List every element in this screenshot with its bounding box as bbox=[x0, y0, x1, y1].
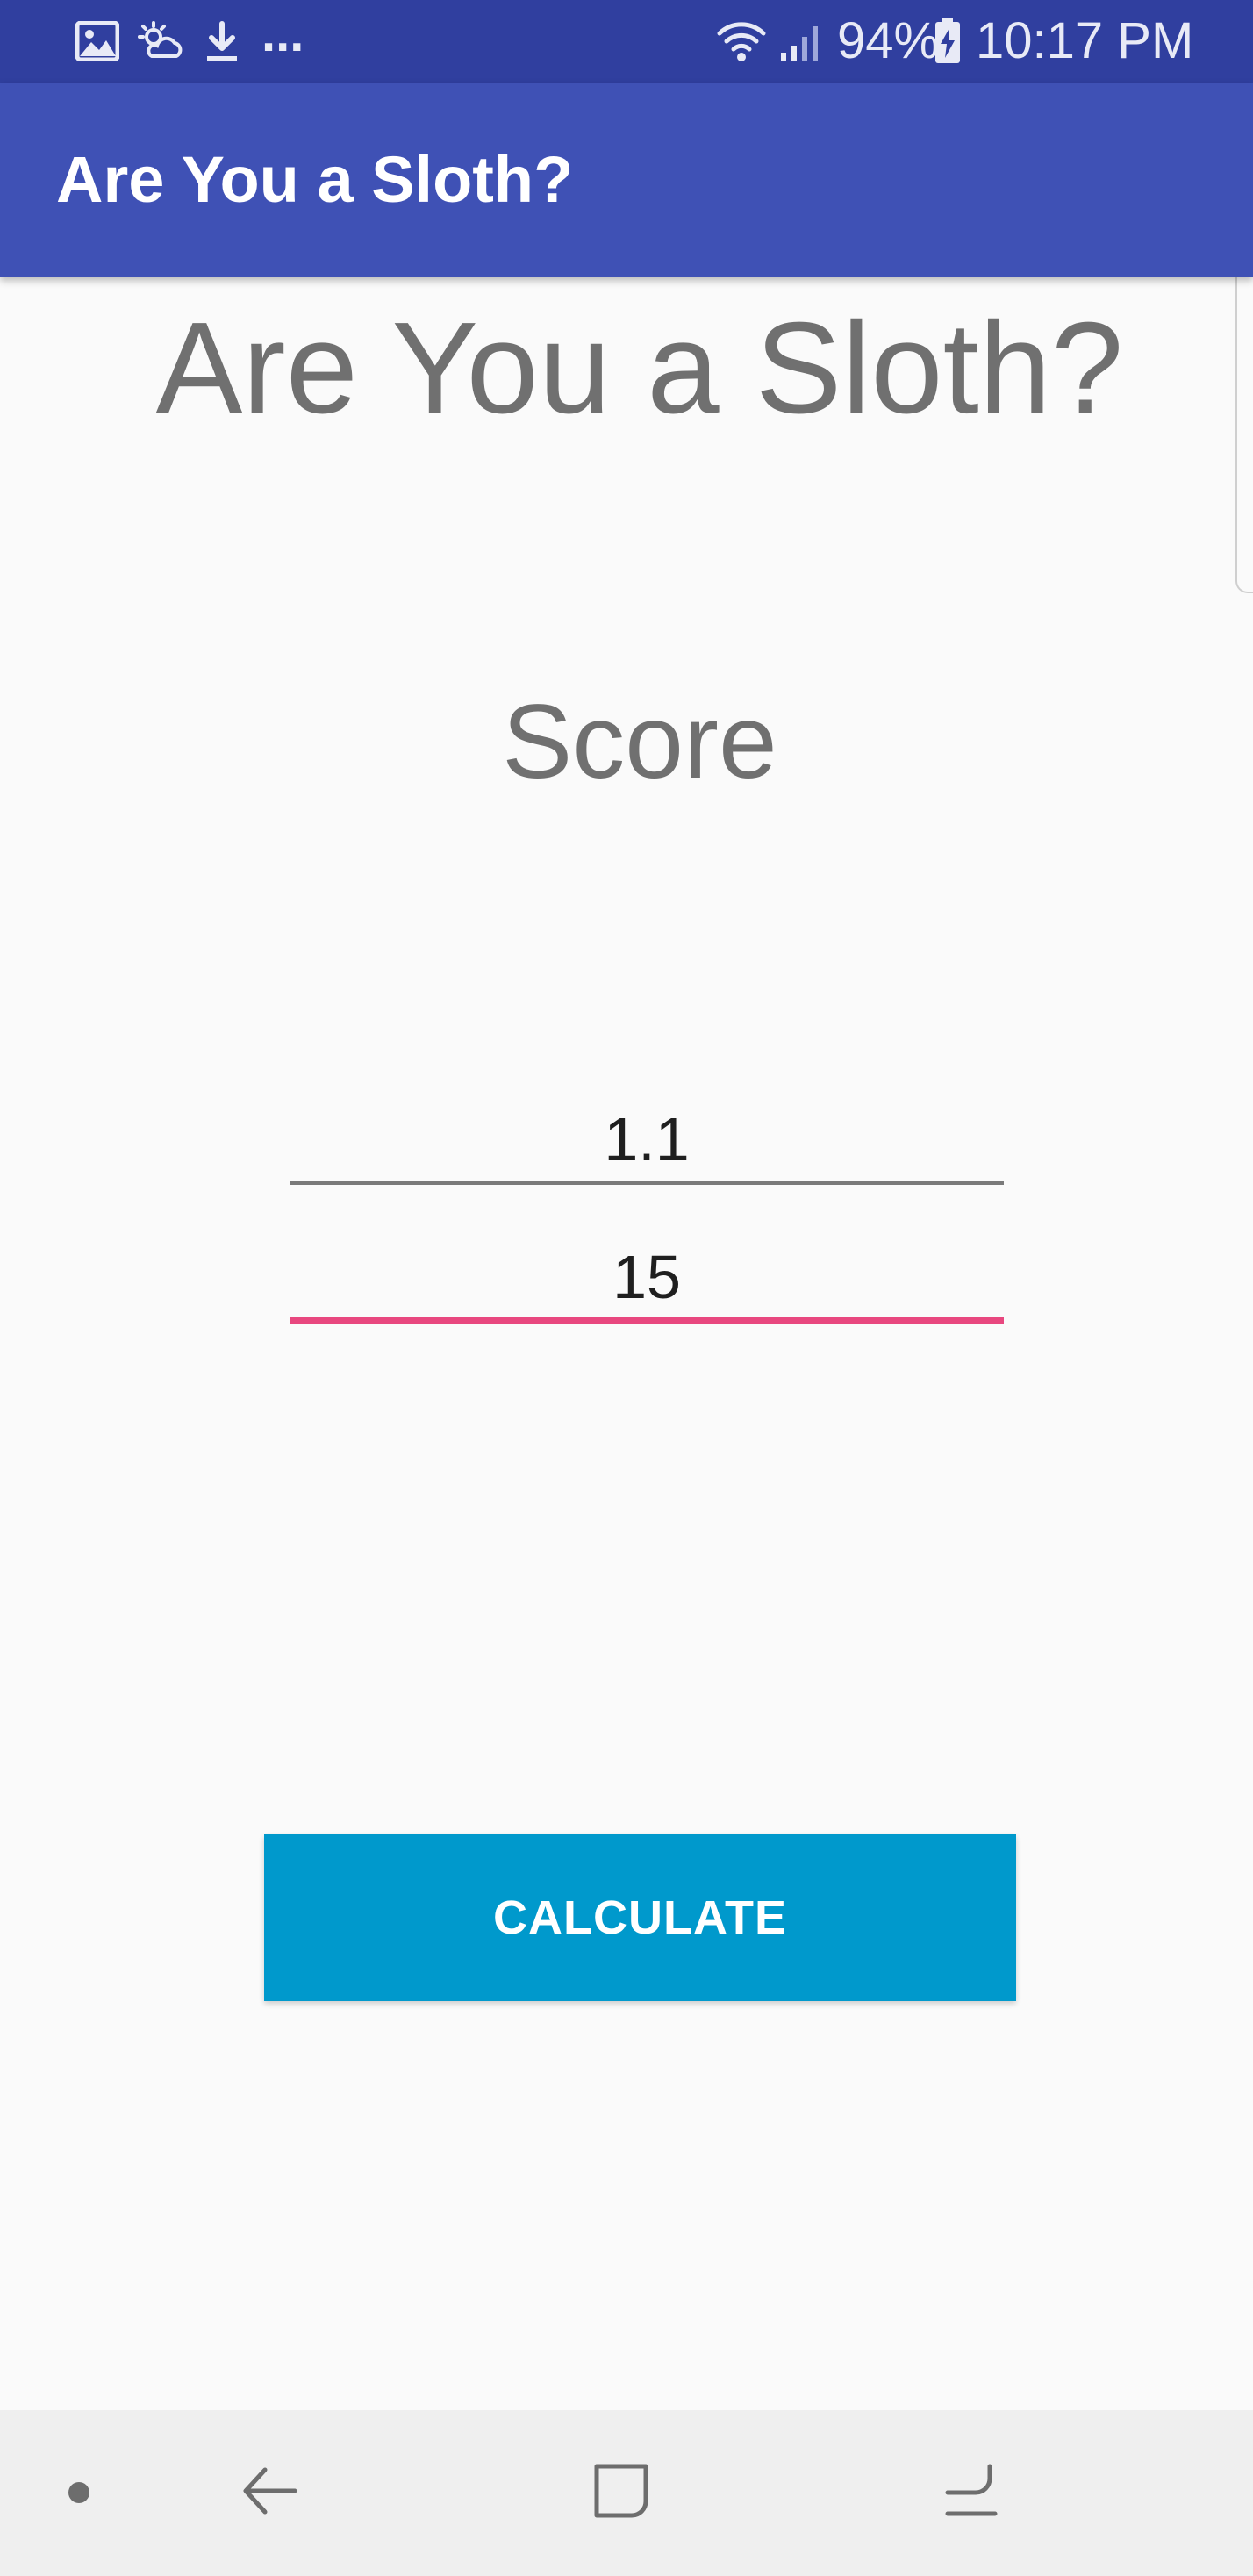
home-icon[interactable] bbox=[590, 2459, 653, 2522]
overflow-indicator: ... bbox=[261, 5, 304, 62]
app-bar-title: Are You a Sloth? bbox=[56, 143, 574, 216]
status-bar: ... 94% 10:17 PM bbox=[0, 0, 1253, 83]
wifi-icon bbox=[717, 22, 766, 61]
recents-icon[interactable] bbox=[941, 2459, 1004, 2522]
second-input-field[interactable] bbox=[290, 1236, 1004, 1324]
weather-icon bbox=[138, 21, 183, 58]
first-input-field[interactable] bbox=[290, 1097, 1004, 1185]
edge-panel-handle[interactable] bbox=[1235, 251, 1253, 593]
navigation-bar bbox=[0, 2410, 1253, 2576]
status-time: 10:17 PM bbox=[976, 12, 1194, 69]
app-bar: Are You a Sloth? bbox=[0, 83, 1253, 277]
signal-icon bbox=[781, 26, 818, 61]
calculate-button[interactable]: CALCULATE bbox=[264, 1834, 1016, 2001]
image-icon bbox=[75, 21, 119, 61]
download-icon bbox=[207, 21, 237, 61]
battery-charging-icon bbox=[935, 18, 960, 63]
battery-percentage: 94% bbox=[837, 12, 940, 69]
page-heading: Are You a Sloth? bbox=[155, 296, 1124, 441]
score-label: Score bbox=[502, 683, 777, 800]
dot-icon[interactable] bbox=[63, 2477, 95, 2508]
back-icon[interactable] bbox=[239, 2459, 302, 2522]
